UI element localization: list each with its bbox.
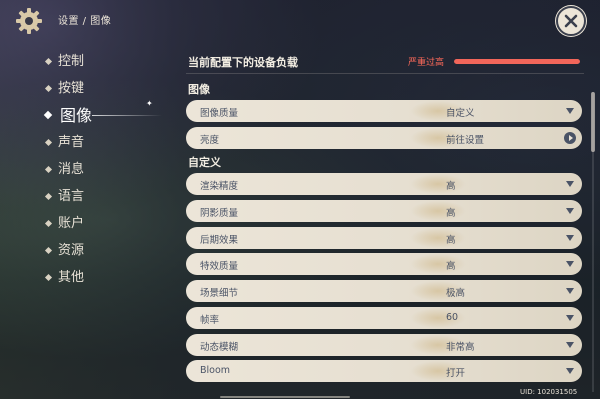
setting-label: 场景细节: [200, 288, 239, 300]
sidebar-item-label: 其他: [58, 270, 85, 285]
diamond-bullet-icon: [44, 138, 53, 147]
sidebar-item-account[interactable]: 账户: [40, 210, 160, 237]
sidebar-item-keybinds[interactable]: 按键: [40, 75, 160, 102]
sidebar-item-graphics[interactable]: 图像 ✦: [40, 99, 162, 129]
sidebar: 控制 按键 图像 ✦ 声音 消息 语言 账户 资源 其他: [40, 48, 162, 291]
section-title-custom: 自定义: [188, 156, 221, 170]
sidebar-item-label: 声音: [58, 135, 85, 150]
chevron-down-icon: [566, 314, 574, 321]
setting-label: 图像质量: [200, 108, 239, 119]
setting-label: Bloom: [200, 365, 231, 377]
setting-row-frame-rate[interactable]: 帧率 60: [186, 306, 582, 329]
sidebar-item-label: 图像: [60, 106, 93, 125]
setting-row-motion-blur[interactable]: 动态模糊 非常高: [186, 333, 582, 356]
close-button[interactable]: [556, 6, 586, 36]
sidebar-item-audio[interactable]: 声音: [40, 129, 160, 156]
setting-label: 特效质量: [200, 261, 239, 273]
chevron-down-icon: [566, 368, 574, 375]
sidebar-item-controls[interactable]: 控制: [40, 48, 160, 75]
sidebar-item-label: 账户: [58, 216, 85, 231]
device-load-bar-fill: [454, 59, 580, 64]
top-bar: 设置 / 图像: [0, 0, 600, 40]
diamond-bullet-icon: [44, 165, 53, 174]
setting-label: 渲染精度: [200, 181, 239, 193]
sidebar-item-resources[interactable]: 资源: [40, 237, 160, 264]
setting-label: 动态模糊: [200, 341, 239, 353]
setting-label: 亮度: [200, 134, 220, 146]
diamond-bullet-icon: [44, 219, 53, 228]
breadcrumb: 设置 / 图像: [58, 16, 112, 27]
setting-row-post-processing[interactable]: 后期效果 高: [186, 226, 582, 249]
setting-label: 帧率: [200, 314, 220, 326]
sidebar-item-label: 控制: [58, 54, 85, 69]
setting-row-scene-detail[interactable]: 场景细节 极高: [186, 280, 582, 303]
diamond-bullet-icon: [44, 246, 53, 255]
chevron-down-icon: [566, 234, 574, 241]
setting-row-brightness[interactable]: 亮度 前往设置: [186, 126, 582, 149]
sidebar-item-language[interactable]: 语言: [40, 183, 160, 210]
uid-label: UID: 102031505: [520, 388, 578, 396]
chevron-down-icon: [566, 208, 574, 215]
setting-row-render-resolution[interactable]: 渲染精度 高: [186, 173, 582, 196]
setting-label: 阴影质量: [200, 208, 239, 220]
chevron-down-icon: [566, 108, 574, 114]
diamond-bullet-icon: [44, 57, 53, 66]
arrow-right-circle-icon: [564, 131, 576, 144]
setting-row-effects-quality[interactable]: 特效质量 高: [186, 253, 582, 276]
setting-row-graphics-quality[interactable]: 图像质量 自定义: [186, 100, 582, 122]
sparkle-icon: ✦: [146, 99, 153, 108]
diamond-bullet-icon: [43, 110, 53, 120]
chevron-down-icon: [566, 261, 574, 268]
diamond-bullet-icon: [44, 273, 53, 282]
close-icon: [564, 14, 578, 28]
settings-panel: 当前配置下的设备负载 严重过高 图像 图像质量 自定义 亮度 前往设置 自定义 …: [186, 48, 588, 387]
chevron-down-icon: [566, 341, 574, 348]
chevron-down-icon: [566, 181, 574, 188]
scrollbar-thumb[interactable]: [591, 92, 595, 152]
device-load-row: 当前配置下的设备负载 严重过高: [186, 48, 588, 74]
setting-row-bloom[interactable]: Bloom 打开: [186, 360, 582, 383]
setting-label: 后期效果: [200, 234, 239, 246]
diamond-bullet-icon: [44, 84, 53, 93]
divider: [186, 73, 584, 74]
device-load-title: 当前配置下的设备负载: [188, 56, 298, 69]
diamond-bullet-icon: [44, 192, 53, 201]
sidebar-item-label: 按键: [58, 81, 85, 96]
section-title-graphics: 图像: [188, 83, 210, 96]
home-indicator: [220, 396, 350, 398]
device-load-bar: [454, 59, 580, 64]
sidebar-item-other[interactable]: 其他: [40, 264, 160, 291]
sidebar-item-label: 资源: [58, 243, 85, 258]
setting-row-shadow-quality[interactable]: 阴影质量 高: [186, 200, 582, 223]
scrollbar[interactable]: [591, 92, 595, 392]
device-load-status: 严重过高: [408, 58, 445, 68]
sidebar-item-label: 消息: [58, 162, 85, 177]
gear-icon: [16, 8, 42, 34]
chevron-down-icon: [566, 288, 574, 295]
sidebar-item-label: 语言: [58, 189, 85, 204]
sidebar-item-messages[interactable]: 消息: [40, 156, 160, 183]
